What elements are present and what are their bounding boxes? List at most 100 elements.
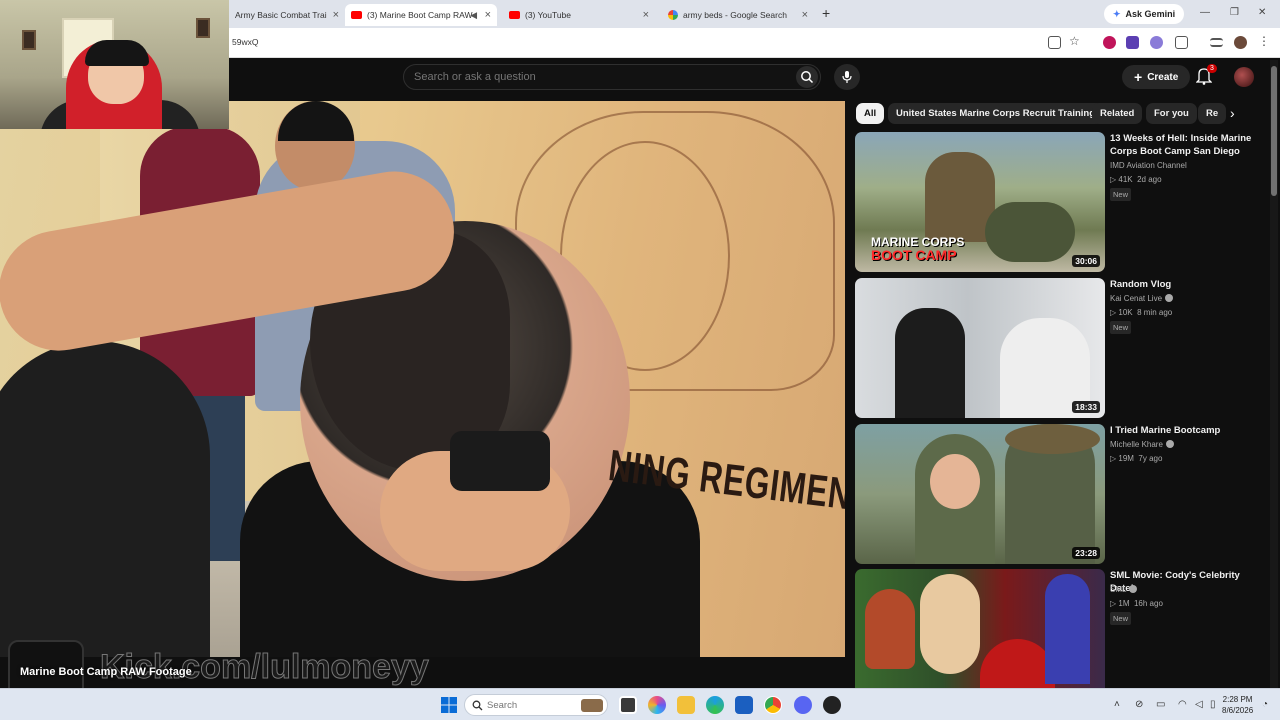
page-scrollbar[interactable] bbox=[1270, 60, 1278, 688]
tray-network-off-icon[interactable]: ⊘ bbox=[1135, 699, 1143, 710]
windows-start-icon[interactable] bbox=[441, 697, 457, 713]
chip-all[interactable]: All bbox=[856, 103, 885, 124]
url-text[interactable]: 59wxQ bbox=[232, 37, 258, 47]
chrome-icon[interactable] bbox=[764, 696, 782, 714]
video-title[interactable]: Random Vlog bbox=[1110, 278, 1260, 291]
recommendation-item[interactable]: 23:28 I Tried Marine Bootcamp Michelle K… bbox=[855, 424, 1255, 564]
maximize-icon[interactable]: ❐ bbox=[1230, 7, 1239, 18]
close-icon[interactable]: × bbox=[485, 9, 491, 21]
task-view-icon[interactable] bbox=[619, 696, 637, 714]
volume-icon[interactable]: ◁ bbox=[1195, 699, 1203, 710]
close-icon[interactable]: × bbox=[802, 9, 808, 21]
upload-age: 8 min ago bbox=[1137, 308, 1173, 317]
video-thumbnail[interactable]: 23:28 bbox=[855, 424, 1105, 564]
view-count: 1M bbox=[1118, 599, 1130, 608]
channel-line[interactable]: Michelle Khare bbox=[1110, 440, 1174, 449]
verified-check-icon bbox=[1165, 294, 1174, 302]
create-button[interactable]: + Create bbox=[1122, 65, 1191, 89]
scrollbar-thumb[interactable] bbox=[1271, 66, 1277, 196]
plus-icon: + bbox=[1134, 69, 1143, 85]
search-input[interactable] bbox=[404, 65, 784, 89]
webcam-wall-picture bbox=[196, 18, 210, 38]
recommendation-item[interactable]: SML Movie: Cody's Celebrity Date! SML ▷ … bbox=[855, 569, 1255, 688]
streamer-webcam bbox=[0, 0, 229, 129]
tab-youtube[interactable]: (3) YouTube × bbox=[503, 4, 655, 26]
tab-marine-boot-camp[interactable]: (3) Marine Boot Camp RAW ◀ × bbox=[345, 4, 497, 26]
profile-avatar-icon[interactable] bbox=[1234, 36, 1247, 49]
create-label: Create bbox=[1147, 71, 1179, 83]
video-title[interactable]: 13 Weeks of Hell: Inside Marine Corps Bo… bbox=[1110, 132, 1260, 158]
new-tab-button[interactable]: + bbox=[822, 5, 830, 21]
tab-google-search[interactable]: army beds - Google Search × bbox=[662, 4, 814, 26]
taskbar-search-box[interactable] bbox=[464, 694, 608, 716]
taskbar-search-input[interactable] bbox=[487, 697, 567, 713]
notification-center-icon[interactable]: ◔ bbox=[1262, 699, 1268, 710]
search-icon bbox=[801, 71, 814, 84]
tray-app-icon[interactable]: ▭ bbox=[1156, 699, 1165, 710]
video-title[interactable]: I Tried Marine Bootcamp bbox=[1110, 424, 1260, 437]
menu-dots-icon[interactable]: ⋮ bbox=[1258, 34, 1271, 48]
clock-time: 2:28 PM bbox=[1222, 695, 1253, 704]
gemini-label: Ask Gemini bbox=[1125, 9, 1176, 19]
copilot-icon[interactable] bbox=[648, 696, 666, 714]
wifi-icon[interactable]: ◠ bbox=[1178, 699, 1187, 710]
webcam-cap bbox=[85, 40, 149, 66]
recommendation-item[interactable]: MARINE CORPS BOOT CAMP 30:06 13 Weeks of… bbox=[855, 132, 1255, 272]
tab-army-basic-combat[interactable]: Army Basic Combat Trai × bbox=[229, 4, 345, 26]
recommendation-item[interactable]: 18:33 Random Vlog Kai Cenat Live ▷ 10K 8… bbox=[855, 278, 1255, 418]
thumbnail-person-left bbox=[895, 308, 965, 418]
edge-icon[interactable] bbox=[706, 696, 724, 714]
channel-line[interactable]: Kai Cenat Live bbox=[1110, 294, 1174, 303]
video-thumbnail[interactable]: MARINE CORPS BOOT CAMP 30:06 bbox=[855, 132, 1105, 272]
search-icon bbox=[472, 700, 483, 711]
account-avatar[interactable] bbox=[1234, 67, 1254, 87]
speaker-icon[interactable]: ◀ bbox=[470, 10, 477, 21]
ask-gemini-button[interactable]: ✦ Ask Gemini bbox=[1104, 4, 1185, 24]
voice-search-button[interactable] bbox=[834, 64, 860, 90]
channel-line[interactable]: SML bbox=[1110, 585, 1138, 594]
microphone-icon bbox=[842, 71, 852, 83]
extension-u-icon[interactable] bbox=[1126, 36, 1139, 49]
minimize-icon[interactable]: — bbox=[1200, 7, 1210, 18]
youtube-favicon-icon bbox=[509, 11, 520, 19]
chevron-right-icon[interactable]: › bbox=[1230, 105, 1248, 123]
tab-search-icon[interactable] bbox=[1210, 38, 1223, 47]
file-explorer-icon[interactable] bbox=[677, 696, 695, 714]
taskbar-clock[interactable]: 2:28 PM 8/6/2026 bbox=[1222, 694, 1253, 716]
bookmark-star-icon[interactable]: ☆ bbox=[1069, 34, 1082, 48]
extensions-puzzle-icon[interactable] bbox=[1175, 36, 1188, 49]
close-icon[interactable]: × bbox=[333, 9, 339, 21]
battery-icon[interactable]: ▯ bbox=[1210, 699, 1216, 710]
search-highlight-icon bbox=[581, 699, 603, 712]
thumbnail-caption: MARINE CORPS BOOT CAMP bbox=[871, 236, 964, 263]
discord-icon[interactable] bbox=[794, 696, 812, 714]
verified-check-icon bbox=[1165, 440, 1174, 448]
video-thumbnail[interactable] bbox=[855, 569, 1105, 688]
tab-title: (3) Marine Boot Camp RAW bbox=[367, 10, 473, 20]
channel-name[interactable]: SML bbox=[1110, 585, 1126, 594]
upload-age: 16h ago bbox=[1133, 599, 1163, 608]
thumbnail-table bbox=[980, 639, 1055, 688]
video-player[interactable]: NING REGIMENT bbox=[0, 101, 845, 657]
install-app-icon[interactable] bbox=[1048, 36, 1061, 49]
search-button[interactable] bbox=[796, 66, 818, 88]
chip-recently-uploaded[interactable]: Re bbox=[1198, 103, 1227, 124]
close-icon[interactable]: × bbox=[643, 9, 649, 21]
channel-name[interactable]: Michelle Khare bbox=[1110, 440, 1163, 449]
chip-usmc-recruit-training[interactable]: United States Marine Corps Recruit Train… bbox=[888, 103, 1104, 124]
close-window-icon[interactable]: ✕ bbox=[1258, 7, 1266, 18]
barber-figure bbox=[0, 341, 210, 657]
channel-name[interactable]: Kai Cenat Live bbox=[1110, 294, 1162, 303]
tray-chevron-up-icon[interactable]: ˄ bbox=[1114, 699, 1120, 710]
extension-shield-icon[interactable] bbox=[1103, 36, 1116, 49]
obs-icon[interactable] bbox=[823, 696, 841, 714]
extension-cloud-icon[interactable] bbox=[1150, 36, 1163, 49]
video-thumbnail[interactable]: 18:33 bbox=[855, 278, 1105, 418]
new-badge: New bbox=[1110, 321, 1132, 334]
microsoft-store-icon[interactable] bbox=[735, 696, 753, 714]
channel-name[interactable]: IMD Aviation Channel bbox=[1110, 161, 1187, 170]
chip-for-you[interactable]: For you bbox=[1146, 103, 1197, 124]
tab-title: Army Basic Combat Trai bbox=[235, 10, 327, 20]
chip-related[interactable]: Related bbox=[1092, 103, 1143, 124]
search-box[interactable] bbox=[403, 64, 821, 90]
